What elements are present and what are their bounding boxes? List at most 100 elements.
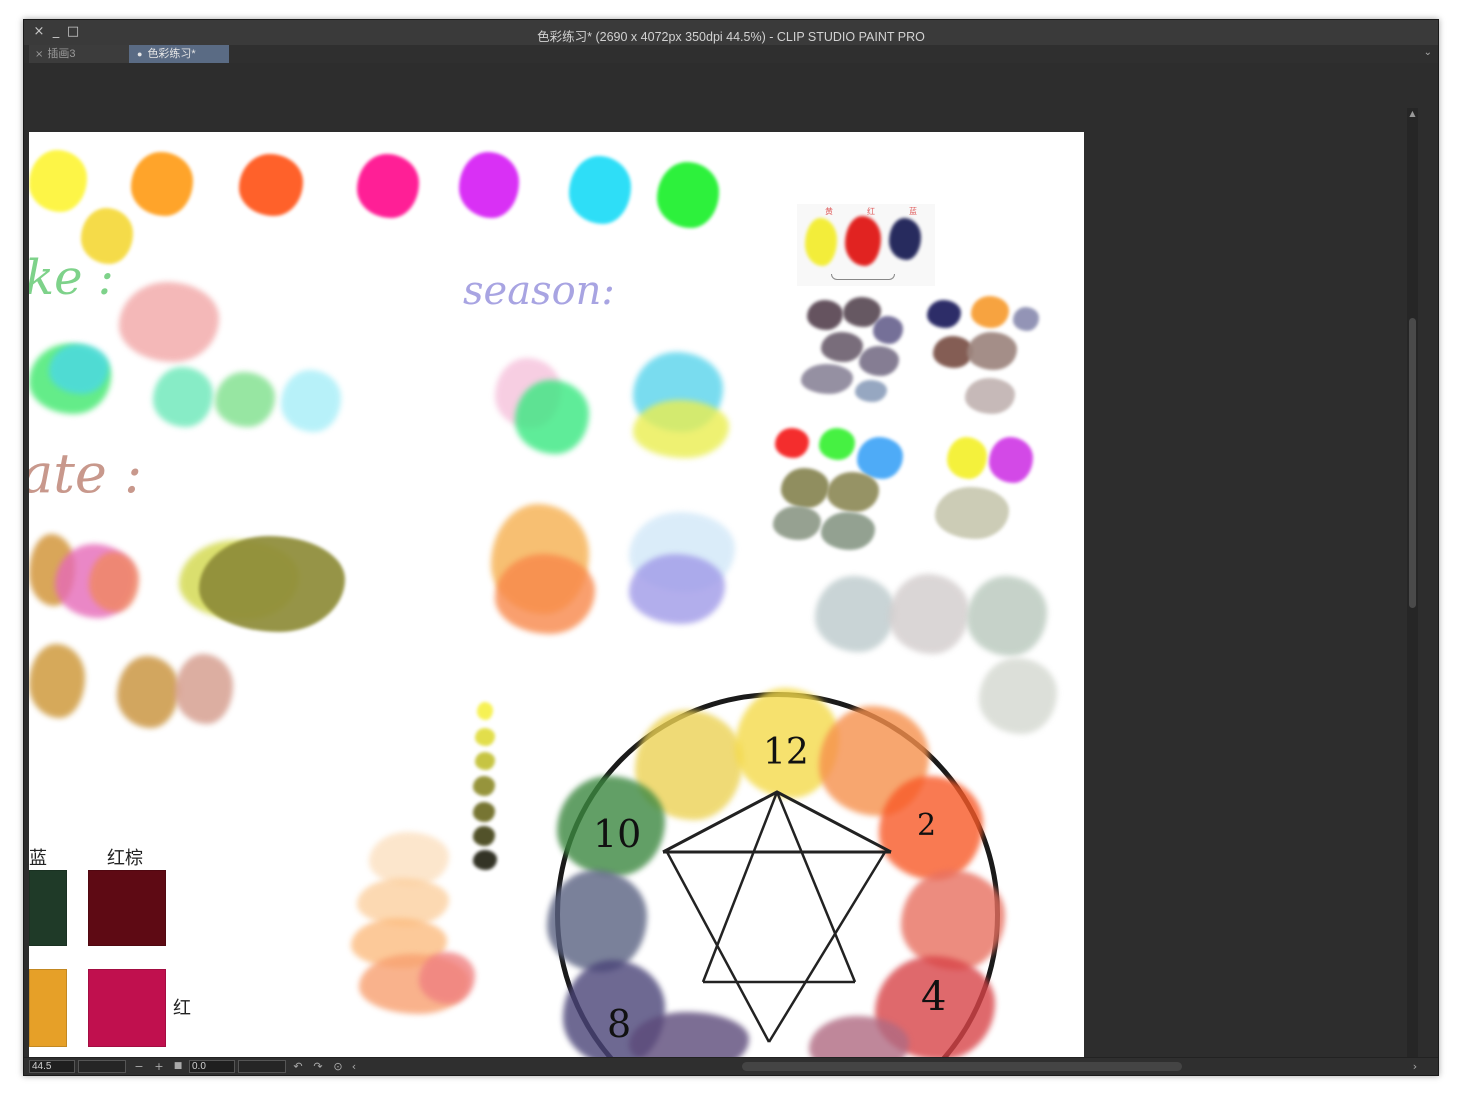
paint-blob — [629, 554, 725, 624]
paint-dot — [475, 728, 495, 746]
paint-blob — [889, 218, 921, 260]
rotate-right-button[interactable]: ↷ — [311, 1059, 325, 1074]
paint-blob — [967, 332, 1017, 370]
swatch-crimson — [88, 969, 166, 1047]
paint-dot — [473, 850, 497, 870]
paint-blob — [947, 437, 987, 479]
wheel-number-10: 10 — [593, 812, 642, 856]
wheel-number-2: 2 — [917, 808, 937, 843]
reset-rotation-button[interactable]: ⊙ — [331, 1059, 345, 1074]
paint-blob — [281, 370, 341, 432]
label-blue: 蓝 — [909, 207, 917, 216]
close-tab-icon[interactable]: × — [35, 49, 43, 60]
unsaved-dot-icon: ● — [137, 49, 143, 59]
paint-blob — [827, 472, 879, 512]
scroll-up-icon[interactable]: ▲ — [1407, 108, 1418, 119]
paint-blob — [117, 656, 179, 728]
paint-blob — [775, 428, 809, 458]
paint-blob — [855, 380, 887, 402]
paint-blob — [801, 364, 853, 394]
rotate-left-button[interactable]: ↶ — [291, 1059, 305, 1074]
paint-dot — [475, 752, 495, 770]
paint-blob — [569, 156, 631, 224]
paint-blob — [873, 316, 903, 344]
paint-dot — [477, 702, 493, 720]
zoom-in-button[interactable]: + — [152, 1059, 166, 1074]
zoom-slider[interactable] — [78, 1060, 126, 1073]
paint-blob — [927, 300, 961, 328]
drawing-canvas[interactable]: 黄 红 蓝 ke: ate: season: 蓝 红棕 红 12 2 4 8… — [29, 132, 1084, 1058]
rotation-slider[interactable] — [238, 1060, 286, 1073]
paint-blob — [821, 332, 863, 362]
tab-illustration-3[interactable]: × 插画3 — [29, 45, 129, 63]
paint-blob — [495, 554, 595, 634]
paint-blob — [633, 400, 729, 458]
scroll-left-icon[interactable]: ‹ — [347, 1059, 361, 1074]
paint-blob — [357, 154, 419, 218]
paint-dot — [473, 776, 495, 796]
paint-blob — [857, 437, 903, 479]
vertical-scrollbar[interactable]: ▲ ▼ — [1407, 108, 1418, 1058]
zoom-input[interactable]: 44.5 — [29, 1060, 75, 1073]
paint-blob — [989, 437, 1033, 483]
paint-blob — [967, 576, 1047, 656]
tab-color-practice[interactable]: ● 色彩练习* — [129, 45, 229, 63]
swatch-ochre — [29, 969, 67, 1047]
tab-label: 插画3 — [47, 48, 76, 60]
rotation-input[interactable]: 0.0 — [189, 1060, 235, 1073]
paint-blob — [175, 654, 233, 724]
handwritten-ate: ate : — [29, 442, 143, 505]
vertical-scroll-thumb[interactable] — [1409, 318, 1416, 608]
window-title: 色彩练习* (2690 x 4072px 350dpi 44.5%) - CLI… — [537, 30, 925, 44]
swatch-dark-green — [29, 870, 67, 946]
paint-blob — [935, 487, 1009, 539]
paint-blob — [965, 378, 1015, 414]
swatch-label-red: 红 — [173, 998, 191, 1018]
horizontal-scroll-thumb[interactable] — [742, 1062, 1182, 1071]
wheel-number-12: 12 — [763, 732, 809, 773]
paint-blob — [773, 506, 821, 540]
paint-blob — [131, 152, 193, 216]
paint-blob — [845, 216, 881, 266]
paint-blob — [781, 468, 829, 508]
paint-blob — [859, 346, 899, 376]
paint-blob — [971, 296, 1009, 328]
label-red: 红 — [867, 207, 875, 216]
paint-blob — [807, 300, 843, 330]
fit-to-window-button[interactable]: ■ — [171, 1059, 185, 1074]
tab-menu-chevron-icon[interactable]: ⌄ — [1424, 47, 1432, 58]
zoom-out-button[interactable]: − — [132, 1059, 146, 1074]
title-bar: × _ □ 色彩练习* (2690 x 4072px 350dpi 44.5%)… — [24, 20, 1438, 45]
primary-colors-panel: 黄 红 蓝 — [797, 204, 935, 286]
paint-blob — [1013, 307, 1039, 331]
bracket — [831, 274, 895, 280]
wheel-number-4: 4 — [921, 974, 947, 1020]
paint-dot — [473, 826, 495, 846]
paint-blob — [889, 574, 969, 654]
scroll-right-icon[interactable]: › — [1408, 1059, 1422, 1074]
paint-blob — [805, 218, 837, 266]
canvas-viewport[interactable]: 黄 红 蓝 ke: ate: season: 蓝 红棕 红 12 2 4 8… — [29, 63, 1422, 1058]
handwritten-ke: ke : — [29, 250, 114, 306]
paint-blob — [515, 380, 589, 454]
swatch-maroon — [88, 870, 166, 946]
paint-blob — [199, 536, 345, 632]
paint-blob — [29, 644, 85, 718]
wheel-number-8: 8 — [607, 1002, 632, 1046]
paint-dot — [473, 802, 495, 822]
paint-blob — [153, 367, 213, 427]
handwritten-season: season: — [463, 268, 615, 314]
paint-blob — [815, 576, 895, 652]
paint-blob — [459, 152, 519, 218]
document-tab-bar: × 插画3 ● 色彩练习* ⌄ — [24, 45, 1438, 63]
swatch-label-blue: 蓝 — [29, 848, 47, 868]
app-window: × _ □ 色彩练习* (2690 x 4072px 350dpi 44.5%)… — [23, 19, 1439, 1076]
status-bar: 44.5 − + ■ 0.0 ↶ ↷ ⊙ ‹ › — [24, 1057, 1438, 1075]
paint-blob — [657, 162, 719, 228]
paint-blob — [819, 428, 855, 460]
paint-blob — [49, 344, 109, 394]
paint-blob — [821, 512, 875, 550]
tab-label: 色彩练习* — [147, 48, 196, 60]
label-yellow: 黄 — [825, 207, 833, 216]
paint-blob — [239, 154, 303, 216]
